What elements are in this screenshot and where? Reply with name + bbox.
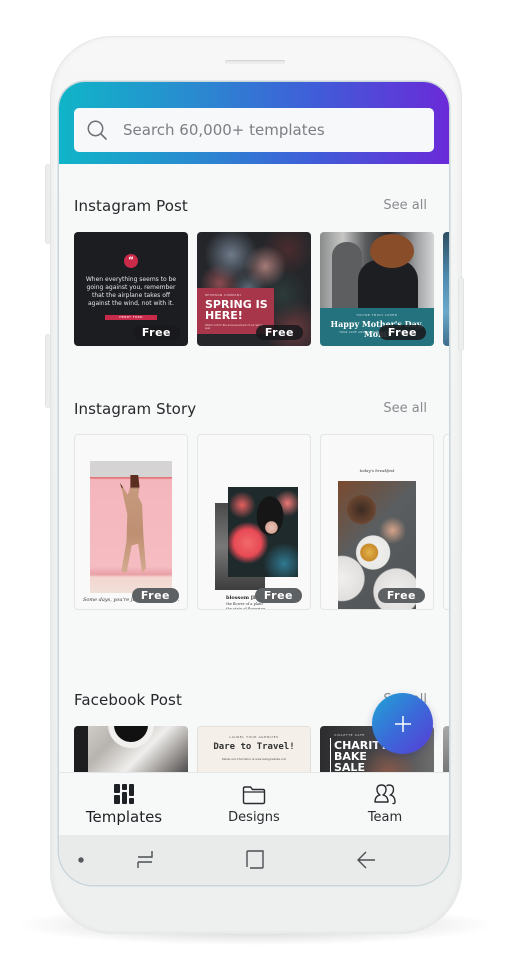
template-card-instagram-story-breakfast[interactable]: today's breakfast Free: [320, 434, 434, 610]
card-small-text: WHINSON COMPANY: [205, 293, 242, 297]
template-card-instagram-post-quote[interactable]: “ When everything seems to be going agai…: [74, 232, 188, 346]
back-icon[interactable]: [356, 849, 376, 871]
templates-grid-icon: [114, 784, 134, 804]
search-input[interactable]: [123, 121, 434, 139]
dot-icon[interactable]: [77, 856, 85, 864]
card-photo: [90, 461, 172, 593]
free-badge: Free: [132, 325, 180, 340]
template-card-instagram-post-partial[interactable]: [443, 232, 449, 346]
free-badge: Free: [131, 588, 179, 603]
template-card-instagram-story-partial[interactable]: [443, 434, 449, 610]
free-badge: Free: [255, 325, 303, 340]
card-subtext: Details and information at www.reallygre…: [221, 758, 287, 761]
see-all-instagram-story[interactable]: See all: [383, 401, 427, 416]
see-all-instagram-post[interactable]: See all: [383, 198, 427, 213]
earpiece-speaker: [225, 60, 285, 64]
bottom-nav: Templates Designs Team: [59, 772, 449, 835]
card-small-text: VIOLETTE CAFE: [334, 733, 365, 737]
card-title: SPRING IS HERE!: [205, 298, 268, 322]
nav-item-designs[interactable]: Designs: [189, 773, 319, 836]
card-label: today's breakfast: [359, 468, 395, 473]
template-card-instagram-story-blossom[interactable]: blossom [bloss-uhm] the flower of a plan…: [197, 434, 311, 610]
search-bar[interactable]: [74, 108, 434, 152]
template-card-facebook-post-partial[interactable]: [443, 726, 449, 772]
photo-figure: [370, 234, 414, 268]
template-card-instagram-post-mothers-day[interactable]: YOU'RE TRULY LOVED Happy Mother's Day, M…: [320, 232, 434, 346]
volume-up-button: [46, 165, 50, 243]
free-badge: Free: [377, 588, 425, 603]
section-title-instagram-story: Instagram Story: [74, 400, 197, 418]
free-badge: Free: [378, 325, 426, 340]
folder-icon: [242, 786, 266, 805]
card-author: HENRY FORD: [105, 315, 157, 320]
card-caption: the flower of a plant the state of flowe…: [226, 602, 266, 610]
app-header: [59, 82, 449, 164]
coffee-cup-graphic: [114, 726, 148, 742]
nav-label-team: Team: [367, 810, 403, 825]
search-icon: [87, 120, 107, 140]
plus-icon: [394, 715, 411, 732]
template-card-instagram-post-spring[interactable]: WHINSON COMPANY SPRING IS HERE! Watch ou…: [197, 232, 311, 346]
template-feed[interactable]: Instagram Post See all “ When everything…: [59, 164, 449, 772]
template-card-facebook-post-coffee[interactable]: [74, 726, 188, 772]
template-card-instagram-story-walking[interactable]: Some days, you're just walking on air. F…: [74, 434, 188, 610]
quote-icon: “: [124, 254, 138, 268]
template-card-facebook-post-travel[interactable]: LAUREL TOUR AGENCIES Dare to Travel! Det…: [197, 726, 311, 772]
volume-down-button: [46, 335, 50, 407]
power-button: [459, 278, 463, 350]
nav-label-designs: Designs: [228, 810, 280, 825]
photo-figure: [120, 475, 146, 573]
phone-screen: Instagram Post See all “ When everything…: [59, 82, 449, 885]
card-text: When everything seems to be going agains…: [85, 276, 177, 307]
card-photo-shade: [74, 726, 88, 772]
system-nav-bar: [59, 835, 449, 885]
nav-item-templates[interactable]: Templates: [59, 773, 189, 836]
create-design-fab[interactable]: [372, 693, 433, 754]
home-icon[interactable]: [245, 849, 265, 871]
card-photo: [228, 487, 298, 577]
card-divider: [330, 738, 331, 772]
section-title-facebook-post: Facebook Post: [74, 691, 182, 709]
card-small-text: YOU'RE TRULY LOVED: [356, 313, 398, 317]
nav-label-templates: Templates: [85, 808, 163, 826]
section-title-instagram-post: Instagram Post: [74, 197, 188, 215]
recent-apps-icon[interactable]: [135, 849, 155, 871]
free-badge: Free: [254, 588, 302, 603]
nav-item-team[interactable]: Team: [320, 773, 449, 836]
card-small-text: LAUREL TOUR AGENCIES: [229, 735, 279, 739]
team-icon: [374, 784, 396, 805]
card-title: Dare to Travel!: [213, 742, 295, 752]
